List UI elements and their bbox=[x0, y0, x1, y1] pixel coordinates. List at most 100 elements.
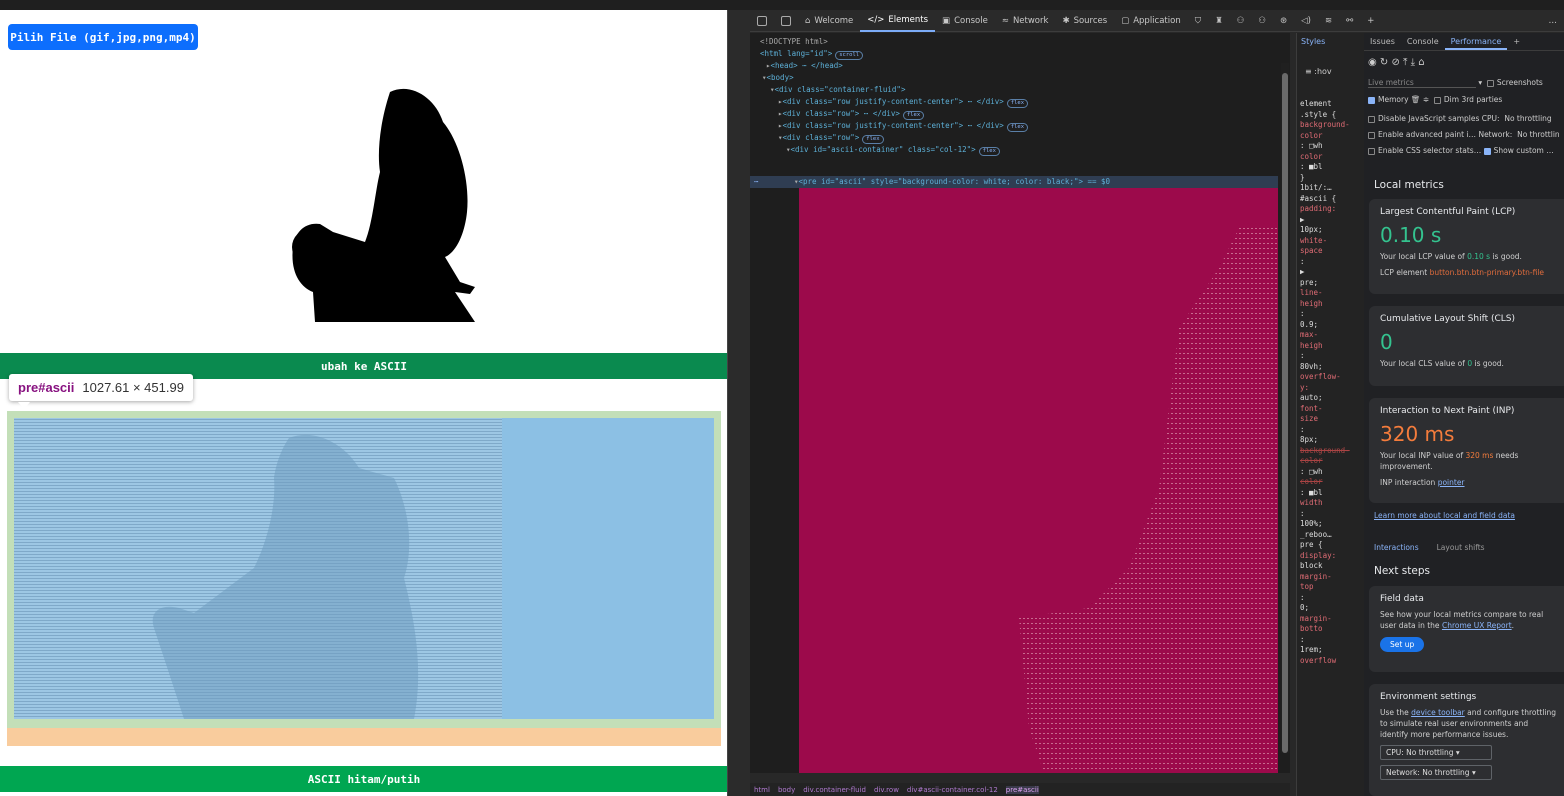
perf-toolbar-icons[interactable]: ◉ ↻ ⊘ ⤒ ⤓ ⌂ bbox=[1368, 57, 1425, 68]
ellipsis-icon[interactable]: ⋯ bbox=[754, 176, 759, 188]
setup-button[interactable]: Set up bbox=[1380, 637, 1425, 652]
style-rule-line[interactable]: size bbox=[1300, 414, 1318, 424]
style-rule-line[interactable]: 0.9; bbox=[1300, 320, 1318, 330]
tab-performance[interactable]: Performance bbox=[1444, 33, 1508, 50]
tab-application[interactable]: ▢ Application bbox=[1114, 10, 1188, 32]
style-rule-line[interactable]: color bbox=[1300, 131, 1323, 141]
dom-line[interactable]: ▸<div class="row justify-content-center"… bbox=[778, 96, 1029, 108]
style-rule-line[interactable]: pre { bbox=[1300, 540, 1323, 550]
breadcrumb-item-current[interactable]: pre#ascii bbox=[1005, 785, 1039, 794]
device-toolbar-link[interactable]: device toolbar bbox=[1411, 708, 1465, 717]
memory-icon[interactable]: ⚇ bbox=[1230, 10, 1252, 32]
inp-interaction-link[interactable]: pointer bbox=[1438, 478, 1465, 487]
performance-icon[interactable]: ⊛ bbox=[1273, 10, 1294, 32]
security-icon[interactable]: ⛉ bbox=[1188, 10, 1208, 32]
style-rule-line[interactable]: width bbox=[1300, 498, 1323, 508]
style-rule-line[interactable]: #ascii { bbox=[1300, 194, 1336, 204]
tab-drawer-console[interactable]: Console bbox=[1401, 33, 1445, 50]
tab-elements[interactable]: </> Elements bbox=[860, 10, 936, 32]
network-throttling-select[interactable]: Network: No throttling ▾ bbox=[1380, 765, 1492, 780]
crux-link[interactable]: Chrome UX Report bbox=[1442, 621, 1512, 630]
tab-console[interactable]: ▣ Console bbox=[935, 10, 995, 32]
device-toggle-icon[interactable] bbox=[750, 10, 774, 32]
style-rule-line[interactable]: color bbox=[1300, 152, 1323, 162]
network-conditions-icon[interactable]: ≋ bbox=[1318, 10, 1339, 32]
breadcrumb-item[interactable]: div.container-fluid bbox=[803, 786, 866, 794]
lcp-element-link[interactable]: button.btn.btn-primary.btn-file bbox=[1430, 268, 1544, 277]
style-rule-line[interactable]: auto; bbox=[1300, 393, 1323, 403]
style-rule-line[interactable]: overflow- bbox=[1300, 372, 1341, 382]
style-rule-line[interactable]: 10px; bbox=[1300, 225, 1323, 235]
tab-styles[interactable]: Styles bbox=[1301, 37, 1325, 46]
style-rule-line[interactable]: : bbox=[1300, 635, 1305, 645]
style-rule-line[interactable]: color bbox=[1300, 477, 1323, 487]
style-rule-line[interactable]: 100%; bbox=[1300, 519, 1323, 529]
tab-issues[interactable]: Issues bbox=[1364, 33, 1401, 50]
style-rule-line[interactable]: : bbox=[1300, 425, 1305, 435]
style-rule-line[interactable]: : bbox=[1300, 257, 1305, 267]
style-rule-line[interactable]: : bbox=[1300, 509, 1305, 519]
style-rule-line[interactable]: white- bbox=[1300, 236, 1327, 246]
style-rule-line[interactable]: space bbox=[1300, 246, 1323, 256]
learn-more-link[interactable]: Learn more about local and field data bbox=[1374, 511, 1515, 520]
dom-line[interactable]: ▸<div class="row"> ⋯ </div> flex bbox=[778, 108, 925, 120]
inspect-icon[interactable] bbox=[774, 10, 798, 32]
add-tab-icon[interactable]: + bbox=[1360, 10, 1381, 32]
style-rule-line[interactable]: : □wh bbox=[1300, 141, 1323, 151]
style-rule-line[interactable]: margin- bbox=[1300, 572, 1332, 582]
style-rule-line[interactable]: 0; bbox=[1300, 603, 1309, 613]
tab-interactions[interactable]: Interactions bbox=[1374, 543, 1419, 552]
lighthouse-icon[interactable]: ♜ bbox=[1208, 10, 1230, 32]
tab-network[interactable]: ≈ Network bbox=[995, 10, 1056, 32]
style-rule-line[interactable]: color bbox=[1300, 456, 1323, 466]
dom-line[interactable]: ▾<body> bbox=[762, 72, 794, 84]
style-rule-line[interactable]: background- bbox=[1300, 120, 1350, 130]
style-rule-line[interactable]: : bbox=[1300, 309, 1305, 319]
dom-line[interactable]: ▸<div class="row justify-content-center"… bbox=[778, 120, 1029, 132]
style-rule-line[interactable]: } bbox=[1300, 173, 1305, 183]
style-rule-line[interactable]: 1bit/:… bbox=[1300, 183, 1332, 193]
style-rule-line[interactable]: : bbox=[1300, 593, 1305, 603]
style-rule-line[interactable]: line- bbox=[1300, 288, 1323, 298]
style-rule-line[interactable]: 8px; bbox=[1300, 435, 1318, 445]
breadcrumb-item[interactable]: div#ascii-container.col-12 bbox=[907, 786, 998, 794]
cpu-throttling-select[interactable]: CPU: No throttling ▾ bbox=[1380, 745, 1492, 760]
style-rule-line[interactable]: display: bbox=[1300, 551, 1336, 561]
style-rule-line[interactable]: element bbox=[1300, 99, 1332, 109]
dom-line[interactable]: <html lang="id"> scroll bbox=[760, 48, 864, 60]
live-metrics-select[interactable]: Live metrics ▾ Screenshots bbox=[1368, 78, 1543, 88]
more-icon[interactable]: … bbox=[1542, 10, 1564, 32]
style-rule-line[interactable]: block bbox=[1300, 561, 1323, 571]
style-rule-line[interactable]: max- bbox=[1300, 330, 1318, 340]
bw-ascii-button[interactable]: ASCII hitam/putih bbox=[0, 766, 727, 792]
dom-line[interactable]: ▾<div class="container-fluid"> bbox=[770, 84, 905, 96]
style-rule-line[interactable]: heigh bbox=[1300, 299, 1323, 309]
audio-icon[interactable]: ◁) bbox=[1294, 10, 1318, 32]
memory-checkbox[interactable]: Memory 🗑 ≑ Dim 3rd parties bbox=[1368, 95, 1502, 104]
style-rule-line[interactable]: : □wh bbox=[1300, 467, 1323, 477]
style-rule-line[interactable]: : ■bl bbox=[1300, 162, 1323, 172]
style-rule-line[interactable]: botto bbox=[1300, 624, 1323, 634]
tab-welcome[interactable]: ⌂ Welcome bbox=[798, 10, 860, 32]
style-rule-line[interactable]: : ■bl bbox=[1300, 488, 1323, 498]
tab-layout-shifts[interactable]: Layout shifts bbox=[1437, 543, 1485, 552]
elements-vertical-scrollbar[interactable] bbox=[1281, 63, 1289, 753]
style-rule-line[interactable]: top bbox=[1300, 582, 1314, 592]
style-rule-line[interactable]: heigh bbox=[1300, 341, 1323, 351]
style-rule-line[interactable]: ▶ bbox=[1300, 215, 1305, 225]
dom-line[interactable]: ▾<div id="ascii-container" class="col-12… bbox=[786, 144, 1000, 156]
style-rule-line[interactable]: : bbox=[1300, 351, 1305, 361]
dom-line[interactable]: ▸<head> ⋯ </head> bbox=[766, 60, 843, 72]
style-rule-line[interactable]: font- bbox=[1300, 404, 1323, 414]
styles-filter[interactable]: ≡ :hov bbox=[1305, 67, 1332, 76]
style-rule-line[interactable]: pre; bbox=[1300, 278, 1318, 288]
style-rule-line[interactable]: padding: bbox=[1300, 204, 1336, 214]
style-rule-line[interactable]: 80vh; bbox=[1300, 362, 1323, 372]
choose-file-button[interactable]: Pilih File (gif,jpg,png,mp4) bbox=[8, 24, 198, 50]
disable-js-checkbox[interactable]: Disable JavaScript samples CPU: No throt… bbox=[1368, 114, 1552, 123]
tab-sources[interactable]: ✱ Sources bbox=[1055, 10, 1114, 32]
style-rule-line[interactable]: .style { bbox=[1300, 110, 1336, 120]
style-rule-line[interactable]: overflow bbox=[1300, 656, 1336, 666]
link-icon[interactable]: ⚯ bbox=[1339, 10, 1360, 32]
dom-line-pre[interactable]: ▾<pre id="ascii" style="background-color… bbox=[794, 176, 1110, 188]
